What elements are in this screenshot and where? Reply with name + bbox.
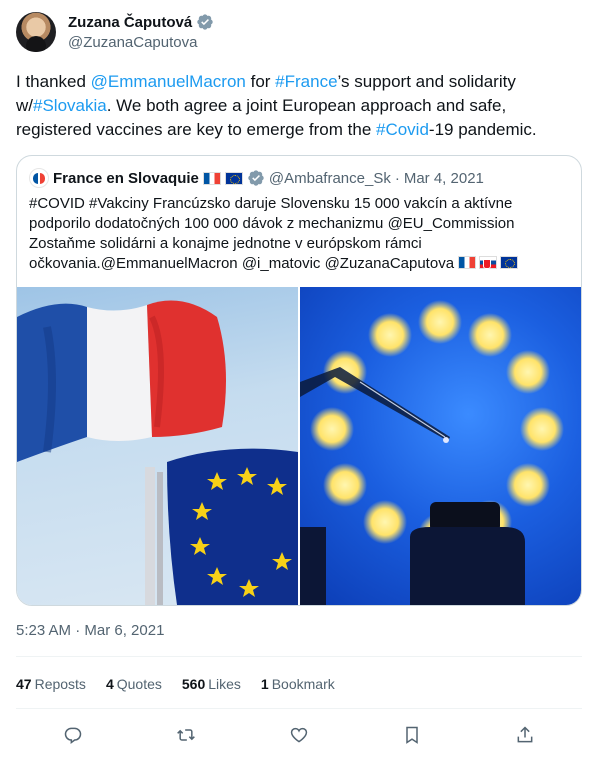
bookmarks-label: Bookmark [271, 676, 335, 692]
reposts-stat[interactable]: 47 Reposts [16, 676, 86, 692]
likes-count: 560 [181, 676, 206, 692]
share-button[interactable] [514, 724, 536, 746]
reposts-label: Reposts [34, 676, 86, 692]
hashtag-link[interactable]: #France [275, 72, 337, 91]
flags-photo[interactable] [17, 287, 298, 605]
bookmark-icon [406, 726, 418, 744]
quotes-stat[interactable]: 4 Quotes [106, 676, 162, 692]
france-flag-icon [202, 171, 221, 185]
slovakia-flag-icon [479, 256, 498, 269]
vaccine-photo-illustration [300, 300, 564, 605]
hashtag-link[interactable]: #Covid [376, 120, 429, 139]
quoted-tweet-media [17, 287, 581, 605]
quoted-tweet-body: #COVID #Vakciny Francúzsko daruje Sloven… [29, 195, 515, 272]
bookmark-button[interactable] [401, 724, 423, 746]
quoted-author-name[interactable]: France en Slovaquie [53, 170, 199, 187]
author-name-row: Zuzana Čaputová [68, 12, 214, 32]
repost-icon [176, 729, 195, 741]
divider [16, 656, 582, 657]
like-button[interactable] [288, 724, 310, 746]
engagement-stats: 47 Reposts 4 Quotes 560 Likes 1 Bookmark [16, 676, 335, 692]
eu-flag-icon [500, 256, 519, 269]
author-avatar[interactable] [16, 12, 56, 52]
tweet-header: Zuzana Čaputová @ZuzanaCaputova [16, 10, 582, 58]
france-flag-icon [458, 256, 477, 269]
meta-separator: · [394, 169, 400, 187]
author-handle[interactable]: @ZuzanaCaputova [68, 34, 197, 51]
quotes-count: 4 [105, 676, 114, 692]
quotes-label: Quotes [116, 676, 162, 692]
reply-icon [64, 727, 81, 744]
tweet-text-part: for [245, 72, 276, 91]
hashtag-link[interactable]: #Slovakia [33, 96, 107, 115]
tweet-text-part: I thanked [16, 72, 91, 91]
quoted-tweet-text: #COVID #Vakciny Francúzsko daruje Sloven… [29, 194, 569, 274]
likes-stat[interactable]: 560 Likes [182, 676, 241, 692]
reposts-count: 47 [16, 676, 32, 692]
quoted-tweet-date[interactable]: Mar 4, 2021 [404, 170, 484, 187]
reply-button[interactable] [62, 724, 84, 746]
vaccine-photo[interactable] [300, 287, 581, 605]
likes-label: Likes [208, 676, 241, 692]
quoted-author-avatar[interactable] [29, 168, 49, 188]
verified-badge-icon [197, 14, 213, 30]
bookmarks-stat[interactable]: 1 Bookmark [261, 676, 335, 692]
verified-badge-icon [248, 170, 264, 186]
tweet-text-part: -19 pandemic. [428, 120, 537, 139]
flags-photo-illustration [17, 300, 298, 605]
tweet-text: I thanked @EmmanuelMacron for #France’s … [16, 70, 582, 142]
bookmarks-count: 1 [260, 676, 269, 692]
quoted-tweet[interactable]: France en Slovaquie @Ambafrance_Sk · Mar… [16, 155, 582, 606]
flags-group [458, 256, 519, 269]
eu-flag-icon [224, 171, 243, 185]
quoted-author-handle[interactable]: @Ambafrance_Sk [269, 170, 391, 187]
mention-link[interactable]: @EmmanuelMacron [91, 72, 246, 91]
tweet-timestamp[interactable]: 5:23 AM · Mar 6, 2021 [16, 622, 164, 639]
quoted-tweet-header: France en Slovaquie @Ambafrance_Sk · Mar… [29, 168, 484, 188]
heart-icon [290, 727, 308, 743]
author-display-name[interactable]: Zuzana Čaputová [68, 14, 192, 31]
repost-button[interactable] [175, 724, 197, 746]
share-icon [517, 726, 533, 743]
tweet-actions [16, 722, 582, 748]
divider [16, 708, 582, 709]
